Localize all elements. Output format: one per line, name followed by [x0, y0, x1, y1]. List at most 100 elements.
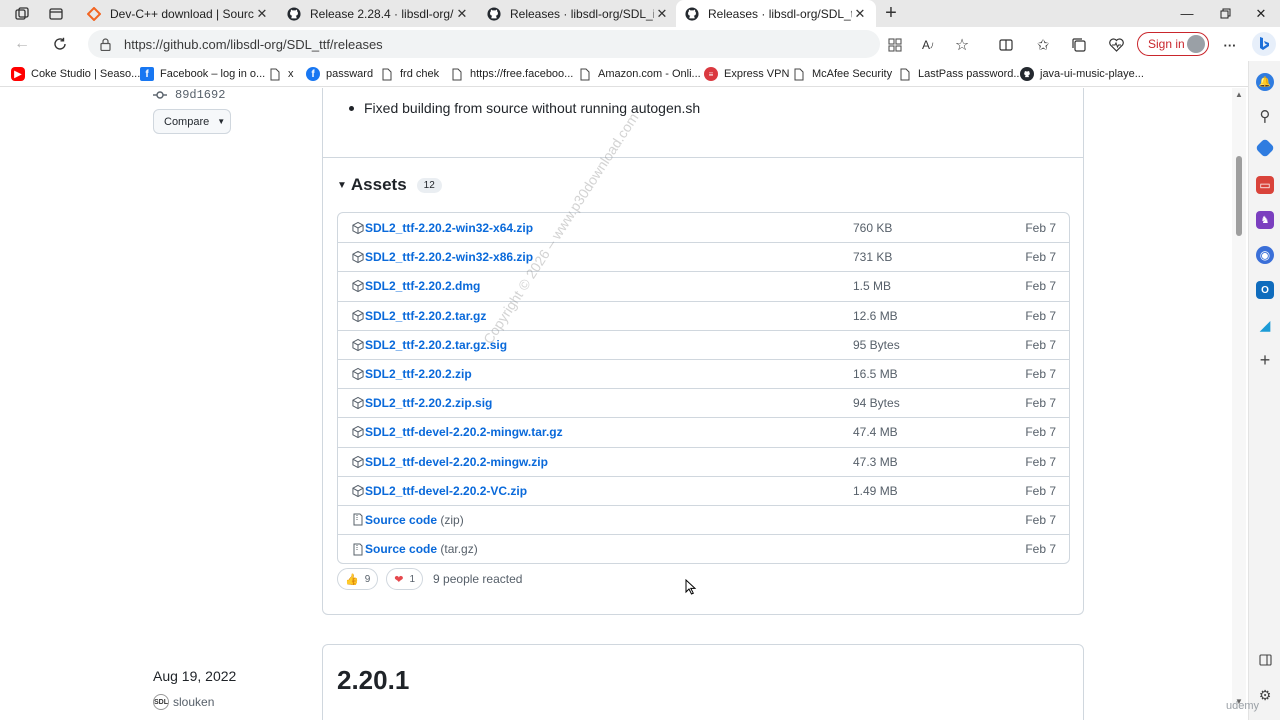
asset-row: SDL2_ttf-devel-2.20.2-mingw.zip 47.3 MB Fe… [338, 446, 1069, 476]
browser-essentials-icon[interactable] [1106, 35, 1126, 55]
scroll-up-icon[interactable]: ▲ [1235, 90, 1243, 99]
release-card: Fixed building from source without runni… [322, 88, 1084, 615]
tab-strip: Dev-C++ download | SourceForge ✕ Release… [0, 0, 1280, 27]
lock-icon[interactable] [100, 37, 114, 51]
sign-in-button[interactable]: Sign in [1137, 32, 1209, 56]
bookmark-x[interactable]: x [268, 66, 294, 82]
bookmark-label: Express VPN [724, 68, 790, 80]
shopping-tag-icon[interactable] [1255, 138, 1275, 158]
bookmark-label: frd chek [400, 68, 440, 80]
bookmark-amazon[interactable]: Amazon.com - Onli... [578, 66, 701, 82]
workspaces-icon[interactable] [10, 4, 34, 24]
scrollbar-thumb[interactable] [1236, 156, 1242, 236]
bookmark-frd-chek[interactable]: frd chek [380, 66, 439, 82]
close-tab-icon[interactable]: ✕ [852, 6, 868, 22]
github-releases-page: 89d1692 Compare ▼ Fixed building from so… [0, 88, 1232, 720]
app-available-icon[interactable] [885, 35, 905, 55]
reacted-summary: 9 people reacted [433, 572, 523, 586]
compare-button[interactable]: Compare ▼ [153, 109, 231, 134]
minimize-icon[interactable]: — [1168, 0, 1206, 27]
refresh-button[interactable] [48, 33, 72, 55]
file-zip-icon [352, 513, 364, 527]
asset-link[interactable]: SDL2_ttf-2.20.2-win32-x86.zip [365, 250, 533, 264]
favorite-star-icon[interactable]: ☆ [952, 35, 972, 55]
tab-actions-icon[interactable] [44, 4, 68, 24]
asset-link[interactable]: Source code (zip) [365, 513, 464, 527]
bookmark-mcafee[interactable]: McAfee Security [792, 66, 892, 82]
commit-link[interactable]: 89d1692 [153, 88, 225, 102]
page-scrollbar[interactable]: ▲ ▼ [1232, 88, 1246, 708]
bookmark-label: McAfee Security [812, 68, 893, 80]
asset-link[interactable]: SDL2_ttf-devel-2.20.2-VC.zip [365, 484, 527, 498]
reaction-count: 1 [409, 573, 416, 585]
asset-size: 1.5 MB [853, 279, 892, 294]
bookmark-express-vpn[interactable]: ≡ Express VPN [704, 66, 789, 82]
reaction-thumbs-up[interactable]: 👍 9 [337, 568, 379, 590]
microsoft365-icon[interactable]: ◉ [1256, 246, 1274, 264]
asset-link[interactable]: SDL2_ttf-devel-2.20.2-mingw.zip [365, 455, 548, 469]
asset-link[interactable]: Source code (tar.gz) [365, 542, 478, 556]
bullet [349, 105, 354, 111]
asset-size: 760 KB [853, 220, 893, 235]
games-icon[interactable]: ♞ [1256, 211, 1274, 229]
close-window-icon[interactable]: ✕ [1242, 0, 1280, 27]
asset-row: Source code (tar.gz) Feb 7 [338, 534, 1069, 563]
hide-sidebar-icon[interactable] [1256, 651, 1274, 669]
drop-icon[interactable]: ◢ [1256, 316, 1274, 334]
search-icon[interactable]: ⚲ [1256, 107, 1274, 125]
divider [323, 157, 1083, 158]
release-author[interactable]: SDL slouken [153, 694, 214, 710]
asset-link[interactable]: SDL2_ttf-2.20.2.zip [365, 367, 472, 381]
udemy-watermark: udemy [1226, 700, 1260, 712]
asset-name: SDL2_ttf-2.20.2-win32-x64.zip [365, 220, 534, 235]
asset-link[interactable]: SDL2_ttf-2.20.2.tar.gz [365, 309, 486, 323]
tab-sdl-release[interactable]: Release 2.28.4 · libsdl-org/SDL · GitHub… [278, 0, 478, 27]
asset-date: Feb 7 [1025, 454, 1056, 469]
asset-row: SDL2_ttf-2.20.2.tar.gz.sig 95 Bytes Feb 7 [338, 329, 1069, 359]
bookmark-passward[interactable]: f passward [306, 66, 373, 82]
more-options-icon[interactable]: ··· [1220, 35, 1240, 55]
assets-toggle[interactable]: ▼ Assets 12 [337, 175, 442, 195]
add-sidebar-icon[interactable]: + [1256, 350, 1274, 370]
asset-name: SDL2_ttf-2.20.2.zip [365, 367, 472, 382]
tools-icon[interactable]: ▭ [1256, 176, 1274, 194]
notifications-icon[interactable]: 🔔 [1256, 73, 1274, 91]
bookmark-free-facebook[interactable]: https://free.faceboo... [450, 66, 573, 82]
split-screen-icon[interactable] [996, 35, 1016, 55]
bookmark-label: java-ui-music-playe... [1040, 68, 1144, 80]
reaction-heart[interactable]: ❤ 1 [386, 568, 424, 590]
triangle-down-icon: ▼ [337, 179, 347, 191]
read-aloud-icon[interactable]: Aﾉ [918, 35, 938, 55]
copilot-icon[interactable] [1252, 32, 1276, 56]
tab-sdl-image[interactable]: Releases · libsdl-org/SDL_image ✕ [478, 0, 678, 27]
asset-link[interactable]: SDL2_ttf-2.20.2.dmg [365, 279, 480, 293]
close-tab-icon[interactable]: ✕ [654, 6, 670, 22]
tab-sdl-ttf[interactable]: Releases · libsdl-org/SDL_ttf ✕ [676, 0, 876, 27]
github-icon [286, 6, 302, 22]
close-tab-icon[interactable]: ✕ [454, 6, 470, 22]
release-version-title[interactable]: 2.20.1 [337, 665, 409, 696]
url-bar[interactable]: https://github.com/libsdl-org/SDL_ttf/re… [88, 30, 880, 58]
back-button[interactable]: ← [10, 33, 34, 55]
bookmark-facebook[interactable]: f Facebook – log in o... [140, 66, 265, 82]
asset-size: 94 Bytes [853, 396, 900, 411]
close-tab-icon[interactable]: ✕ [254, 6, 270, 22]
favorites-icon[interactable]: ✩ [1033, 35, 1053, 55]
restore-icon[interactable] [1206, 0, 1244, 27]
outlook-icon[interactable]: O [1256, 281, 1274, 299]
asset-link[interactable]: SDL2_ttf-2.20.2-win32-x64.zip [365, 221, 533, 235]
bookmark-lastpass[interactable]: LastPass password... [898, 66, 1023, 82]
asset-size: 47.4 MB [853, 425, 898, 440]
bookmark-label: Coke Studio | Seaso... [31, 68, 141, 80]
asset-name: Source code [365, 512, 438, 527]
collections-icon[interactable] [1069, 35, 1089, 55]
bookmark-coke-studio[interactable]: ▶ Coke Studio | Seaso... [11, 66, 140, 82]
bookmark-label: Amazon.com - Onli... [598, 68, 701, 80]
asset-row: SDL2_ttf-2.20.2-win32-x86.zip 731 KB Feb 7 [338, 242, 1069, 271]
bookmark-java-ui[interactable]: java-ui-music-playe... [1020, 66, 1144, 82]
new-tab-button[interactable]: + [880, 2, 902, 24]
tab-devcpp[interactable]: Dev-C++ download | SourceForge ✕ [78, 0, 278, 27]
asset-date: Feb 7 [1025, 250, 1056, 265]
asset-link[interactable]: SDL2_ttf-2.20.2.zip.sig [365, 396, 492, 410]
asset-link[interactable]: SDL2_ttf-devel-2.20.2-mingw.tar.gz [365, 425, 563, 439]
